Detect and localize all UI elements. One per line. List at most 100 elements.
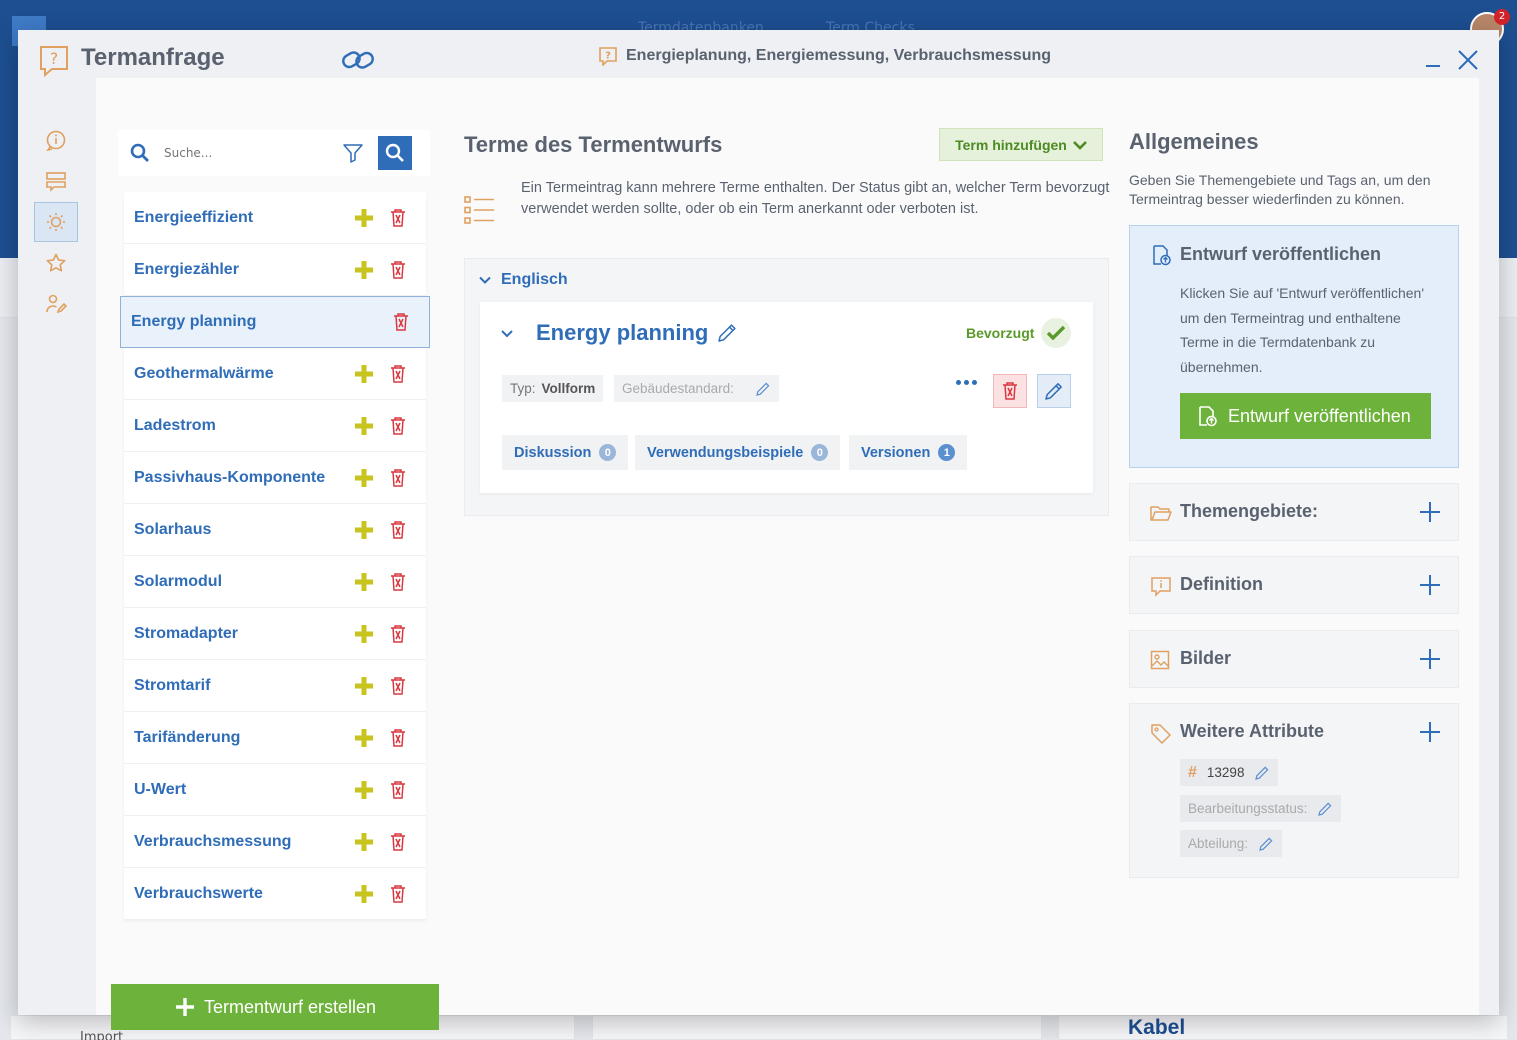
edit-term-button[interactable]: [1037, 374, 1071, 408]
trash-icon[interactable]: [386, 520, 410, 540]
term-list-item[interactable]: U-Wert: [124, 764, 426, 816]
chevron-down-icon[interactable]: [500, 329, 514, 339]
background-card-title: Kabel: [1128, 1016, 1186, 1039]
attribute-department-chip[interactable]: Abteilung:: [1180, 830, 1283, 857]
publish-draft-button[interactable]: Entwurf veröffentlichen: [1180, 393, 1431, 439]
trash-icon[interactable]: [386, 208, 410, 228]
search-bar: [118, 130, 430, 176]
term-list-item[interactable]: Stromtarif: [124, 660, 426, 712]
sidenav-idea[interactable]: [34, 202, 78, 242]
modal-subtitle-text: Energieplanung, Energiemessung, Verbrauc…: [626, 47, 1052, 64]
add-term-button[interactable]: Term hinzufügen: [939, 128, 1103, 161]
term-list-item-label: Stromadapter: [134, 624, 239, 642]
term-list-item[interactable]: Energy planning: [120, 296, 430, 348]
trash-icon[interactable]: [386, 676, 410, 696]
info-bubble-icon: [46, 130, 66, 151]
sidenav-assign[interactable]: [34, 284, 78, 324]
filter-icon[interactable]: [342, 142, 364, 164]
link-icon[interactable]: [340, 46, 376, 74]
term-list-item[interactable]: Verbrauchswerte: [124, 868, 426, 920]
delete-term-button[interactable]: [993, 374, 1027, 408]
plus-icon[interactable]: [1418, 647, 1442, 671]
modal-side-nav: [34, 120, 78, 325]
attribute-id-value: 13298: [1206, 765, 1245, 780]
trash-icon[interactable]: [389, 312, 413, 332]
pencil-icon: [756, 382, 770, 396]
term-list-item[interactable]: Geothermalwärme: [124, 348, 426, 400]
pencil-icon: [1259, 837, 1273, 851]
sidenav-entries[interactable]: [34, 161, 78, 201]
check-icon[interactable]: [1041, 318, 1071, 348]
term-list-item[interactable]: Energiezähler: [124, 244, 426, 296]
add-icon[interactable]: [352, 883, 376, 905]
plus-icon[interactable]: [1418, 500, 1442, 524]
minimize-icon[interactable]: [1423, 48, 1443, 72]
add-icon[interactable]: [352, 363, 376, 385]
plus-icon[interactable]: [1418, 573, 1442, 597]
add-icon[interactable]: [352, 259, 376, 281]
attribute-id-chip[interactable]: # 13298: [1180, 759, 1279, 786]
tag-icon: [1151, 724, 1171, 744]
trash-icon[interactable]: [386, 260, 410, 280]
attribute-status-chip[interactable]: Bearbeitungsstatus:: [1180, 795, 1342, 822]
term-list-item[interactable]: Passivhaus-Komponente: [124, 452, 426, 504]
plus-icon[interactable]: [1418, 720, 1442, 744]
publish-draft-panel: Entwurf veröffentlichen Klicken Sie auf …: [1129, 225, 1459, 468]
pencil-icon[interactable]: [716, 322, 738, 344]
svg-text:?: ?: [50, 49, 59, 68]
trash-icon[interactable]: [386, 416, 410, 436]
plus-icon: [175, 998, 194, 1016]
term-type-label: Typ:: [510, 381, 536, 396]
term-list-item-label: Verbrauchswerte: [134, 884, 263, 902]
sidenav-favorites[interactable]: [34, 243, 78, 283]
create-term-draft-button[interactable]: Termentwurf erstellen: [111, 984, 439, 1030]
term-list-item[interactable]: Verbrauchsmessung: [124, 816, 426, 868]
trash-icon[interactable]: [386, 832, 410, 852]
search-input[interactable]: [164, 146, 336, 160]
term-list-item-label: Solarmodul: [134, 572, 223, 590]
term-list-item-label: Energiezähler: [134, 260, 239, 278]
trash-icon[interactable]: [386, 468, 410, 488]
term-list-item[interactable]: Tarifänderung: [124, 712, 426, 764]
add-icon[interactable]: [352, 207, 376, 229]
add-icon[interactable]: [352, 727, 376, 749]
term-list-item-label: U-Wert: [134, 780, 187, 798]
attribute-department-label: Abteilung:: [1188, 836, 1249, 851]
add-icon[interactable]: [352, 415, 376, 437]
term-list-item[interactable]: Solarmodul: [124, 556, 426, 608]
term-list-item-label: Tarifänderung: [134, 728, 241, 746]
search-button[interactable]: [378, 136, 412, 170]
tab-usage-examples[interactable]: Verwendungsbeispiele 0: [635, 435, 841, 470]
tab-discussion[interactable]: Diskussion 0: [502, 435, 629, 470]
background-card: [1058, 1015, 1508, 1040]
trash-icon[interactable]: [386, 624, 410, 644]
term-list-item[interactable]: Solarhaus: [124, 504, 426, 556]
term-list-item[interactable]: Energieeffizient: [124, 192, 426, 244]
trash-icon[interactable]: [386, 728, 410, 748]
add-icon[interactable]: [352, 779, 376, 801]
language-group-english: Englisch Energy planning Bevorzugt Typ: …: [464, 258, 1109, 516]
add-icon[interactable]: [352, 623, 376, 645]
add-icon[interactable]: [352, 831, 376, 853]
trash-icon[interactable]: [386, 572, 410, 592]
add-icon[interactable]: [352, 571, 376, 593]
section-additional-attributes: Weitere Attribute # 13298 Bearbeitungsst…: [1129, 703, 1459, 878]
close-icon[interactable]: [1456, 48, 1480, 72]
term-list-item[interactable]: Ladestrom: [124, 400, 426, 452]
add-icon[interactable]: [352, 675, 376, 697]
term-list-item[interactable]: Stromadapter: [124, 608, 426, 660]
building-standard-chip[interactable]: Gebäudestandard:: [614, 375, 779, 402]
sidenav-info[interactable]: [34, 120, 78, 160]
trash-icon[interactable]: [386, 884, 410, 904]
tab-versions[interactable]: Versionen 1: [849, 435, 968, 470]
attribute-status-label: Bearbeitungsstatus:: [1188, 801, 1308, 816]
trash-icon[interactable]: [386, 780, 410, 800]
trash-icon[interactable]: [386, 364, 410, 384]
term-list: Energieeffizient Energiezähler Energy plan…: [120, 192, 430, 920]
add-icon[interactable]: [352, 519, 376, 541]
add-icon[interactable]: [352, 467, 376, 489]
publish-draft-label: Entwurf veröffentlichen: [1228, 405, 1411, 426]
question-small-icon: ?: [599, 47, 617, 66]
language-header[interactable]: Englisch: [479, 271, 568, 289]
more-options-icon[interactable]: [956, 380, 977, 385]
